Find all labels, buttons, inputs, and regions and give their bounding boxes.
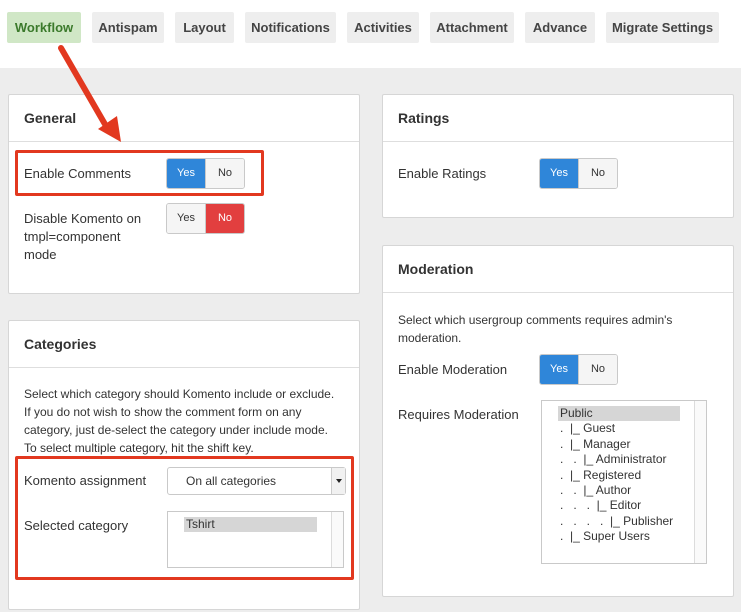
moderation-description-line1: Select which usergroup comments requires… [398,313,673,327]
usergroup-option[interactable]: . . |_ Author [560,483,631,498]
enable-ratings-toggle: Yes No [539,158,618,189]
tab-notifications[interactable]: Notifications [245,12,336,43]
disable-komento-label-line2: tmpl=component [24,229,121,244]
disable-komento-toggle: Yes No [166,203,245,234]
usergroup-option[interactable]: . |_ Manager [560,437,631,452]
usergroup-option[interactable]: . . . |_ Editor [560,498,641,513]
disable-komento-yes-button[interactable]: Yes [167,204,205,233]
tab-activities[interactable]: Activities [347,12,419,43]
settings-tab-bar: Workflow Antispam Layout Notifications A… [0,0,741,68]
enable-ratings-label: Enable Ratings [398,166,487,181]
enable-moderation-toggle: Yes No [539,354,618,385]
categories-description-line4: To select multiple category, hit the shi… [24,441,254,455]
ratings-panel: Ratings Enable Ratings Yes No [382,94,734,218]
categories-description: Select which category should Komento inc… [24,385,359,457]
categories-description-line2: If you do not wish to show the comment f… [24,405,302,419]
moderation-panel-title: Moderation [383,246,733,293]
general-panel-title: General [9,95,359,142]
enable-comments-highlight-box [15,150,264,196]
category-assignment-highlight-box [15,456,354,580]
enable-moderation-no-button[interactable]: No [578,355,617,384]
tab-advance[interactable]: Advance [525,12,595,43]
usergroup-option[interactable]: . |_ Super Users [560,529,650,544]
usergroup-option[interactable]: Public [558,406,680,421]
tab-antispam[interactable]: Antispam [92,12,164,43]
tab-layout[interactable]: Layout [175,12,234,43]
moderation-panel: Moderation Select which usergroup commen… [382,245,734,597]
usergroup-option[interactable]: . . |_ Administrator [560,452,667,467]
moderation-description-line2: moderation. [398,331,462,345]
enable-moderation-yes-button[interactable]: Yes [540,355,578,384]
categories-panel-title: Categories [9,321,359,368]
tab-migrate-settings[interactable]: Migrate Settings [606,12,719,43]
disable-komento-label: Disable Komento on tmpl=component mode [24,210,141,264]
disable-komento-label-line3: mode [24,247,57,262]
usergroup-option[interactable]: . |_ Registered [560,468,641,483]
categories-description-line1: Select which category should Komento inc… [24,387,335,401]
tab-workflow[interactable]: Workflow [7,12,81,43]
categories-description-line3: category, just de-select the category un… [24,423,328,437]
requires-moderation-label: Requires Moderation [398,407,519,422]
usergroup-option[interactable]: . |_ Guest [560,421,615,436]
tab-attachment[interactable]: Attachment [430,12,514,43]
enable-ratings-no-button[interactable]: No [578,159,617,188]
moderation-description: Select which usergroup comments requires… [398,311,718,347]
disable-komento-no-button[interactable]: No [205,204,244,233]
usergroup-option[interactable]: . . . . |_ Publisher [560,514,673,529]
enable-ratings-yes-button[interactable]: Yes [540,159,578,188]
disable-komento-label-line1: Disable Komento on [24,211,142,226]
enable-moderation-label: Enable Moderation [398,362,508,377]
listbox-scrollbar[interactable] [694,401,706,563]
requires-moderation-listbox[interactable]: Public . |_ Guest . |_ Manager . . |_ Ad… [541,400,707,564]
ratings-panel-title: Ratings [383,95,733,142]
